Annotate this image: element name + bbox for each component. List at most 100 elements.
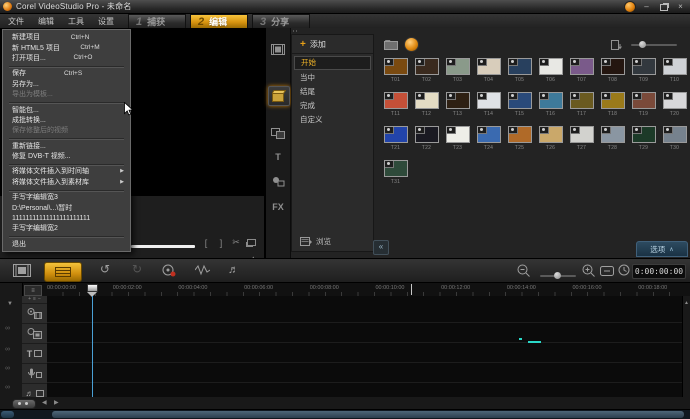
file-menu-item[interactable]: 新 HTML5 项目 Ctrl+M ▶ (3, 42, 130, 52)
template-thumbnail[interactable]: T15 (504, 92, 535, 126)
track-add-remove-row[interactable]: + ≡ − (22, 296, 47, 304)
template-thumbnail[interactable]: T30 (659, 126, 690, 160)
mark-in-button[interactable]: [ (202, 238, 210, 248)
template-thumbnail[interactable]: T10 (659, 58, 690, 92)
file-menu-item[interactable]: 11111111111111111111111 ▶ (3, 213, 130, 223)
template-thumbnail[interactable]: T09 (628, 58, 659, 92)
voice-track-lane[interactable] (47, 363, 683, 383)
template-thumbnail[interactable]: T16 (535, 92, 566, 126)
ripple-link-icon[interactable]: ∞ (5, 346, 10, 353)
ripple-link-icon[interactable]: ∞ (5, 365, 10, 372)
template-thumbnail[interactable]: T31 (380, 160, 411, 194)
template-thumbnail[interactable]: T18 (597, 92, 628, 126)
add-gallery-row[interactable]: + 添加 (292, 35, 373, 54)
record-capture-icon[interactable] (162, 264, 176, 277)
ripple-link-icon[interactable]: ∞ (5, 325, 10, 332)
collapse-gallery-button[interactable]: « (373, 240, 389, 255)
close-button[interactable]: × (674, 2, 687, 12)
thumbnail-zoom-slider[interactable] (631, 41, 677, 48)
file-menu-item[interactable]: 导出为模板... ▶ (3, 89, 130, 99)
instant-project-icon[interactable] (268, 86, 290, 106)
scroll-up-icon[interactable]: ▲ (684, 300, 689, 306)
step-tab[interactable]: 3 分享 (252, 14, 310, 28)
mark-out-button[interactable]: ] (217, 238, 225, 248)
template-thumbnail[interactable]: T27 (566, 126, 597, 160)
overlay-track-header[interactable] (22, 324, 47, 344)
title-track-header[interactable]: T (22, 344, 47, 364)
template-thumbnail[interactable]: T24 (473, 126, 504, 160)
template-thumbnail[interactable]: T20 (659, 92, 690, 126)
template-thumbnail[interactable]: T19 (628, 92, 659, 126)
overlay-track-lane[interactable] (47, 323, 683, 343)
template-thumbnail[interactable]: T05 (504, 58, 535, 92)
undo-button[interactable]: ↺ (100, 262, 110, 276)
zoom-out-icon[interactable] (517, 264, 530, 277)
step-tab[interactable]: 1 捕获 (128, 14, 186, 28)
project-duration-icon[interactable] (618, 264, 630, 276)
show-all-tracks-icon[interactable]: ≡ (24, 285, 42, 296)
video-track-lane[interactable] (47, 296, 683, 323)
minimize-button[interactable]: – (640, 2, 653, 12)
track-scroll-toggle[interactable] (12, 399, 36, 409)
hscroll-thumb[interactable] (52, 411, 684, 418)
menubar-item[interactable]: 文件 (8, 16, 24, 27)
voice-track-header[interactable] (22, 364, 47, 384)
template-thumbnail[interactable]: T12 (411, 92, 442, 126)
template-thumbnail[interactable]: T11 (380, 92, 411, 126)
gallery-item[interactable]: 开始 (294, 56, 371, 70)
template-thumbnail[interactable]: T02 (411, 58, 442, 92)
transition-library-icon[interactable] (268, 124, 288, 142)
auto-music-icon[interactable]: ♬ (228, 264, 239, 276)
filter-library-icon[interactable]: FX (268, 198, 288, 216)
template-thumbnail[interactable]: T01 (380, 58, 411, 92)
project-duration-box[interactable]: 0:00:00:00 (632, 264, 686, 279)
file-menu-item[interactable]: 将媒体文件插入到时间轴 ▶ (3, 166, 130, 176)
file-menu-item[interactable]: D:\Personal\...\暂时 ▶ (3, 202, 130, 212)
browse-button[interactable]: 浏览 (292, 236, 331, 247)
ripple-link-icon[interactable]: ∞ (5, 384, 10, 391)
file-menu-item[interactable]: 新建项目 Ctrl+N ▶ (3, 32, 130, 42)
menubar-item[interactable]: 工具 (68, 16, 84, 27)
template-thumbnail[interactable]: T07 (566, 58, 597, 92)
template-thumbnail[interactable]: T22 (411, 126, 442, 160)
slider-handle[interactable] (639, 41, 646, 48)
file-menu-item[interactable]: 成批转换... ▶ (3, 115, 130, 125)
redo-button[interactable]: ↻ (132, 262, 142, 276)
import-sort-icon[interactable] (611, 40, 623, 50)
file-menu-item[interactable]: 退出 ▶ (3, 239, 130, 249)
title-track-lane[interactable] (47, 343, 683, 363)
gallery-item[interactable]: 自定义 (292, 114, 373, 126)
seek-bar[interactable] (131, 245, 195, 248)
timeline-view-button[interactable] (44, 262, 82, 282)
scroll-right-icon[interactable]: ▶ (54, 399, 59, 406)
title-library-icon[interactable]: T (268, 148, 288, 166)
template-thumbnail[interactable]: T17 (566, 92, 597, 126)
gallery-item[interactable]: 结尾 (292, 86, 373, 98)
file-menu-item[interactable]: 重新链接... ▶ (3, 141, 130, 151)
file-menu-item[interactable]: 修复 DVB-T 视频... ▶ (3, 151, 130, 161)
template-thumbnail[interactable]: T26 (535, 126, 566, 160)
timeline-zoom-handle[interactable] (554, 272, 561, 279)
timeline-zoom-slider[interactable] (540, 272, 576, 279)
zoom-in-icon[interactable] (582, 264, 595, 277)
file-menu-item[interactable]: 手写字编辑宽2 ▶ (3, 223, 130, 233)
timeline-vscroll[interactable]: ▲ (682, 296, 690, 409)
template-thumbnail[interactable]: T04 (473, 58, 504, 92)
timeline-ruler[interactable]: 00:00:00:00 00:00:02:00 00:00:04:00 00:00:0… (47, 283, 683, 296)
gallery-item[interactable]: 完成 (292, 100, 373, 112)
video-track-header[interactable] (22, 304, 47, 324)
gallery-item[interactable]: 当中 (292, 72, 373, 84)
file-menu-item[interactable]: 将媒体文件插入到素材库 ▶ (3, 177, 130, 187)
template-thumbnail[interactable]: T23 (442, 126, 473, 160)
enlarge-preview-icon[interactable] (247, 238, 256, 248)
graphic-library-icon[interactable] (268, 172, 288, 190)
restore-button[interactable] (657, 2, 670, 12)
folder-icon[interactable] (384, 39, 398, 50)
instant-project-disc-icon[interactable] (404, 37, 419, 52)
split-clip-icon[interactable]: ✂ (232, 237, 240, 248)
file-menu-item[interactable]: 保存 Ctrl+S ▶ (3, 68, 130, 78)
storyboard-view-icon[interactable] (13, 264, 31, 277)
template-thumbnail[interactable]: T03 (442, 58, 473, 92)
options-panel-button[interactable]: 选项 ∧ (636, 241, 688, 257)
add-track-icon[interactable]: + (28, 297, 31, 302)
